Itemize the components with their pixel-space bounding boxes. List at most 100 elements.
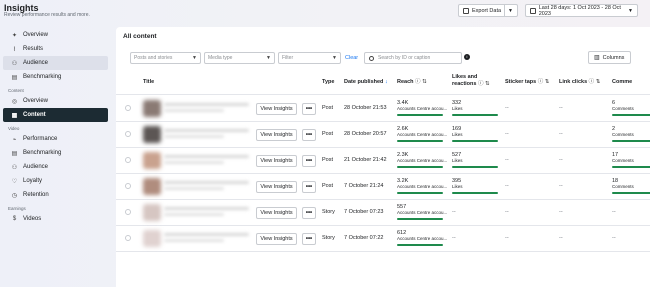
- sidebar-item-audience[interactable]: ⚇ Audience: [3, 56, 108, 70]
- post-caption-blurred: [164, 233, 249, 236]
- col-title[interactable]: Title: [143, 79, 154, 86]
- post-caption-blurred: [164, 207, 249, 210]
- columns-button[interactable]: ▥ Columns: [588, 51, 631, 64]
- sidebar-item-video-audience[interactable]: ⚇ Audience: [3, 160, 108, 174]
- sidebar: ✦ Overview ⌇ Results ⚇ Audience ▤ Benchm…: [0, 28, 110, 226]
- search-input[interactable]: Search by ID or caption: [364, 52, 462, 64]
- trend-icon: ⌁: [12, 136, 17, 143]
- post-thumbnail[interactable]: [143, 152, 161, 169]
- columns-icon: ▥: [594, 55, 600, 61]
- sidebar-item-performance[interactable]: ⌁ Performance: [3, 132, 108, 146]
- sidebar-item-videos[interactable]: $ Videos: [3, 212, 108, 226]
- table-row: View Insights ••• Post 28 October 20:57 …: [116, 122, 650, 148]
- likes-label: Likes: [452, 158, 463, 163]
- post-thumbnail[interactable]: [143, 100, 161, 117]
- row-select-radio[interactable]: [125, 235, 131, 241]
- comments-label: Comments: [612, 158, 634, 163]
- row-select-radio[interactable]: [125, 157, 131, 163]
- row-select-radio[interactable]: [125, 209, 131, 215]
- dollar-icon: $: [12, 216, 17, 222]
- metric-bar: [397, 192, 443, 194]
- sidebar-item-loyalty[interactable]: ♡ Loyalty: [3, 174, 108, 188]
- sidebar-item-content-overview[interactable]: ◎ Overview: [3, 94, 108, 108]
- view-insights-button[interactable]: View Insights: [256, 103, 297, 115]
- sidebar-item-video-benchmarking[interactable]: ▤ Benchmarking: [3, 146, 108, 160]
- reach-cell: 2.3K Accounts Centre accou...: [397, 152, 447, 168]
- metric-bar: [612, 192, 650, 194]
- col-date[interactable]: Date published ↓: [344, 79, 388, 86]
- reach-label: Accounts Centre accou...: [397, 236, 448, 241]
- more-options-button[interactable]: •••: [302, 233, 316, 245]
- post-thumbnail[interactable]: [143, 178, 161, 195]
- view-insights-button[interactable]: View Insights: [256, 181, 297, 193]
- calendar-icon: [530, 7, 536, 14]
- table-row: View Insights ••• Story 7 October 07:22 …: [116, 226, 650, 252]
- view-insights-button[interactable]: View Insights: [256, 207, 297, 219]
- more-options-button[interactable]: •••: [302, 103, 316, 115]
- metric-bar: [612, 140, 650, 142]
- clear-filters-link[interactable]: Clear: [345, 55, 358, 61]
- table-row: View Insights ••• Post 28 October 21:53 …: [116, 96, 650, 122]
- sidebar-item-content[interactable]: ▦ Content: [3, 108, 108, 122]
- likes-cell: 332 Likes: [452, 100, 498, 116]
- likes-label: Likes: [452, 106, 463, 111]
- post-thumbnail[interactable]: [143, 126, 161, 143]
- posts-stories-dropdown[interactable]: Posts and stories ▼: [130, 52, 201, 64]
- post-caption-blurred: [164, 239, 224, 242]
- row-select-radio[interactable]: [125, 131, 131, 137]
- reach-cell: 3.4K Accounts Centre accou...: [397, 100, 447, 116]
- col-comments[interactable]: Comme: [612, 79, 632, 86]
- more-options-button[interactable]: •••: [302, 181, 316, 193]
- col-type[interactable]: Type: [322, 79, 334, 86]
- sidebar-item-overview[interactable]: ✦ Overview: [3, 28, 108, 42]
- col-link-clicks[interactable]: Link clicks ⓘ ⇅: [559, 79, 600, 86]
- post-thumbnail[interactable]: [143, 204, 161, 221]
- row-select-radio[interactable]: [125, 183, 131, 189]
- sidebar-item-retention[interactable]: ◷ Retention: [3, 188, 108, 202]
- comments-value: --: [612, 209, 616, 215]
- metric-bar: [397, 244, 443, 246]
- export-data-button[interactable]: Export Data ▼: [458, 4, 518, 17]
- more-options-button[interactable]: •••: [302, 129, 316, 141]
- post-caption-blurred: [164, 129, 249, 132]
- row-select-radio[interactable]: [125, 105, 131, 111]
- more-options-button[interactable]: •••: [302, 207, 316, 219]
- media-type-dropdown[interactable]: Media type ▼: [204, 52, 275, 64]
- col-likes[interactable]: Likes and reactions ⓘ ⇅: [452, 74, 490, 88]
- people-icon: ⚇: [11, 60, 18, 67]
- view-insights-button[interactable]: View Insights: [256, 155, 297, 167]
- bars-icon: ▤: [11, 150, 18, 157]
- date-value: 7 October 07:22: [344, 235, 384, 241]
- likes-label: Likes: [452, 132, 463, 137]
- likes-value: --: [452, 209, 456, 215]
- sort-icon: ⇅: [595, 79, 601, 85]
- post-caption-blurred: [164, 135, 224, 138]
- col-reach[interactable]: Reach ⓘ ⇅: [397, 79, 427, 86]
- sparkle-icon: ✦: [11, 32, 18, 39]
- sticker-taps-value: --: [505, 105, 509, 111]
- clock-icon: ◷: [11, 192, 18, 199]
- type-value: Post: [322, 131, 334, 137]
- export-label: Export Data: [472, 7, 502, 14]
- likes-cell: 169 Likes: [452, 126, 498, 142]
- info-icon: ⓘ: [588, 79, 595, 85]
- col-sticker-taps[interactable]: Sticker taps ⓘ ⇅: [505, 79, 549, 86]
- sidebar-item-benchmarking[interactable]: ▤ Benchmarking: [3, 70, 108, 84]
- people-icon: ⚇: [11, 164, 18, 171]
- table-header: Title Type Date published ↓ Reach ⓘ ⇅ Li…: [116, 71, 650, 95]
- view-insights-button[interactable]: View Insights: [256, 129, 297, 141]
- sidebar-item-results[interactable]: ⌇ Results: [3, 42, 108, 56]
- type-value: Story: [322, 209, 335, 215]
- date-range-button[interactable]: Last 28 days: 1 Oct 2023 - 28 Oct 2023 ▼: [525, 4, 638, 17]
- filter-dropdown[interactable]: Filter ▼: [278, 52, 341, 64]
- info-icon: ⓘ: [478, 81, 484, 87]
- info-icon[interactable]: i: [464, 54, 470, 60]
- table-row: View Insights ••• Post 7 October 21:24 3…: [116, 174, 650, 200]
- overview-icon: ◎: [11, 98, 18, 105]
- more-options-button[interactable]: •••: [302, 155, 316, 167]
- comments-value: --: [612, 235, 616, 241]
- post-thumbnail[interactable]: [143, 230, 161, 247]
- view-insights-button[interactable]: View Insights: [256, 233, 297, 245]
- content-card: All content Posts and stories ▼ Media ty…: [116, 27, 650, 287]
- comments-label: Comments: [612, 132, 634, 137]
